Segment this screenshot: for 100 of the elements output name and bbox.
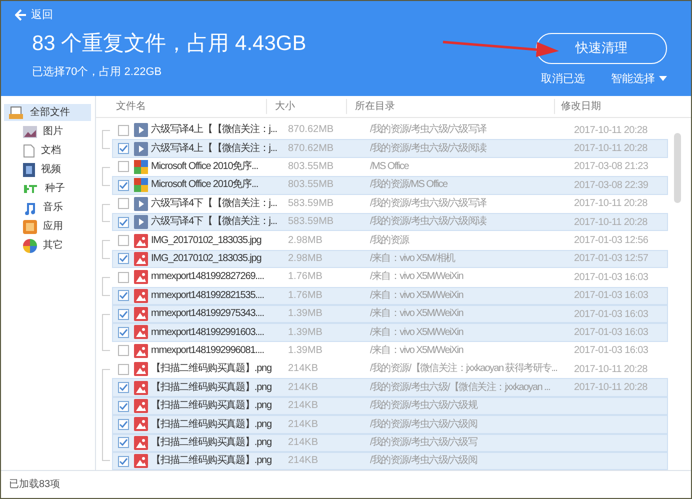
file-row[interactable]: 【扫描二维码购买真题】.png 214KB /我的资源/【微信关注：jxxkaoyan 获得考研专... 2017-10-11 20:28 (112, 360, 668, 378)
document-icon (23, 144, 35, 158)
file-row[interactable]: 六级写译4下【【微信关注：j... 583.59MB /我的资源/考虫六级/六级阅读 2017-10-11 20:28 (112, 212, 668, 232)
row-checkbox[interactable] (118, 400, 129, 412)
file-row[interactable]: 【扫描二维码购买真题】.png 214KB /我的资源/考虫六级/【微信关注：jxxkaoyan ... 2017-10-11 20:28 (112, 378, 668, 397)
group-bracket (102, 240, 110, 260)
image-icon (134, 252, 148, 266)
file-row[interactable]: Microsoft Office 2010免序... 803.55MB /MS Office 2017-03-08 21:23 (112, 158, 668, 176)
file-size: 214KB (288, 436, 318, 448)
film-icon (23, 162, 35, 176)
file-row[interactable]: Microsoft Office 2010免序... 803.55MB /我的资源/MS Office 2017-03-08 22:39 (112, 176, 668, 195)
file-size: 214KB (288, 455, 318, 466)
file-name: 【扫描二维码购买真题】.png (151, 363, 272, 374)
directory-path: /我的资源/考虫六级/六级阅 (370, 455, 478, 466)
row-checkbox[interactable] (118, 326, 129, 338)
file-row[interactable]: 【扫描二维码购买真题】.png 214KB /我的资源/考虫六级/六级阅 (112, 415, 668, 434)
row-checkbox[interactable] (118, 143, 129, 154)
selection-summary: 已选择70个，占用 2.22GB (32, 64, 163, 80)
check-icon (119, 254, 128, 264)
row-checkbox[interactable] (118, 437, 129, 448)
row-checkbox[interactable] (118, 161, 129, 172)
directory-path: /我的资源/考虫六级/六级规 (370, 400, 478, 412)
row-checkbox[interactable] (118, 382, 129, 394)
file-size: 803.55MB (288, 161, 334, 172)
file-name: mmexport1481992821535.... (151, 290, 264, 301)
directory-path: /我的资源/考虫六级/六级阅读 (370, 142, 486, 154)
file-name: mmexport1481992975343.... (151, 308, 264, 320)
row-checkbox[interactable] (118, 272, 129, 283)
row-checkbox[interactable] (118, 456, 129, 467)
sidebar-item[interactable]: 种子 (1, 180, 95, 197)
directory-path: /我的资源/MS Office (370, 179, 448, 190)
directory-path: /我的资源/【微信关注：jxxkaoyan 获得考研专... (370, 363, 558, 374)
directory-path: /我的资源/考虫六级/【微信关注：jxxkaoyan ... (370, 382, 550, 393)
pie-icon (23, 238, 37, 252)
file-size: 2.98MB (288, 234, 322, 246)
back-arrow-icon (15, 9, 27, 22)
column-header: 文件名 (115, 100, 147, 114)
modified-date: 2017-10-11 20:28 (574, 142, 648, 156)
modified-date: 2017-03-08 21:23 (574, 160, 648, 174)
image-icon (134, 234, 148, 248)
row-checkbox[interactable] (118, 198, 129, 210)
row-checkbox[interactable] (118, 364, 129, 375)
file-name: 六级写译4上【【微信关注：j... (151, 142, 277, 154)
file-row[interactable]: 六级写译4上【【微信关注：j... 870.62MB /我的资源/考虫六级/六级阅读 2017-10-11 20:28 (112, 139, 668, 158)
file-row[interactable]: IMG_20170102_183035.jpg 2.98MB /来自：vivo X5M/相机 2017-01-03 12:57 (112, 250, 668, 268)
sidebar-item[interactable]: 其它 (1, 237, 95, 254)
row-checkbox[interactable] (118, 216, 129, 228)
group-bracket (102, 130, 110, 149)
row-checkbox[interactable] (118, 235, 129, 246)
file-size: 803.55MB (288, 179, 334, 190)
file-row[interactable]: mmexport1481992996081.... 1.39MB /来自：vivo X5M/WeiXin 2017-01-03 16:03 (112, 342, 668, 360)
row-checkbox[interactable] (118, 253, 129, 264)
modified-date: 2017-10-11 20:28 (574, 197, 648, 212)
row-checkbox[interactable] (118, 308, 129, 320)
file-row[interactable]: IMG_20170102_183035.jpg 2.98MB /我的资源 2017-01-03 12:56 (112, 231, 668, 250)
music-icon (23, 200, 37, 214)
app-icon (134, 160, 148, 174)
file-row[interactable]: mmexport1481992827269.... 1.76MB /来自：vivo X5M/WeiXin 2017-01-03 16:03 (112, 268, 668, 287)
directory-path: /来自：vivo X5M/WeiXin (370, 290, 463, 301)
file-size: 870.62MB (288, 124, 334, 136)
file-row[interactable]: 六级写译4上【【微信关注：j... 870.62MB /我的资源/考虫六级/六级写译 2017-10-11 20:28 (112, 121, 668, 140)
sidebar-item[interactable]: 应用 (1, 218, 95, 235)
play-icon (134, 142, 148, 156)
check-icon (119, 180, 128, 190)
status-text: 已加载83项 (9, 478, 60, 492)
file-size: 214KB (288, 400, 318, 412)
file-name: mmexport1481992996081.... (151, 345, 264, 356)
sidebar-item[interactable]: 音乐 (1, 199, 95, 216)
file-size: 1.76MB (288, 271, 322, 282)
file-row[interactable]: mmexport1481992821535.... 1.76MB /来自：vivo X5M/WeiXin 2017-01-03 16:03 (112, 286, 668, 305)
column-header: 大小 (266, 99, 346, 114)
row-checkbox[interactable] (118, 345, 129, 356)
file-size: 1.39MB (288, 345, 322, 356)
file-row[interactable]: 六级写译4下【【微信关注：j... 583.59MB /我的资源/考虫六级/六级写译 2017-10-11 20:28 (112, 194, 668, 213)
file-size: 870.62MB (288, 142, 334, 154)
caret-icon (659, 76, 667, 82)
directory-path: /我的资源/考虫六级/六级阅读 (370, 216, 486, 228)
sidebar-item[interactable]: 视频 (1, 161, 95, 178)
file-row[interactable]: mmexport1481992975343.... 1.39MB /来自：vivo X5M/WeiXin 2017-01-03 16:03 (112, 304, 668, 324)
row-checkbox[interactable] (118, 180, 129, 191)
image-icon (134, 399, 148, 414)
sidebar-item[interactable]: 图片 (1, 123, 95, 140)
sidebar-item[interactable]: 文档 (1, 142, 95, 159)
row-checkbox[interactable] (118, 290, 129, 302)
app-icon (134, 178, 148, 192)
modified-date: 2017-01-03 16:03 (574, 308, 648, 322)
file-name: 六级写译4下【【微信关注：j... (151, 216, 277, 228)
file-row[interactable]: 【扫描二维码购买真题】.png 214KB /我的资源/考虫六级/六级写 (112, 434, 668, 452)
file-name: Microsoft Office 2010免序... (151, 161, 258, 172)
sidebar-item[interactable]: 全部文件 (4, 104, 91, 121)
modified-date: 2017-01-03 16:03 (574, 270, 648, 285)
directory-path: /我的资源/考虫六级/六级写译 (370, 124, 486, 136)
file-row[interactable]: 【扫描二维码购买真题】.png 214KB /我的资源/考虫六级/六级阅 (112, 452, 668, 470)
file-row[interactable]: 【扫描二维码购买真题】.png 214KB /我的资源/考虫六级/六级规 (112, 396, 668, 416)
image-icon (134, 270, 148, 284)
image-icon (134, 417, 148, 432)
row-checkbox[interactable] (118, 418, 129, 430)
row-checkbox[interactable] (118, 124, 129, 136)
play-icon (134, 196, 148, 211)
file-row[interactable]: mmexport1481992991603.... 1.39MB /来自：vivo X5M/WeiXin 2017-01-03 16:03 (112, 323, 668, 342)
